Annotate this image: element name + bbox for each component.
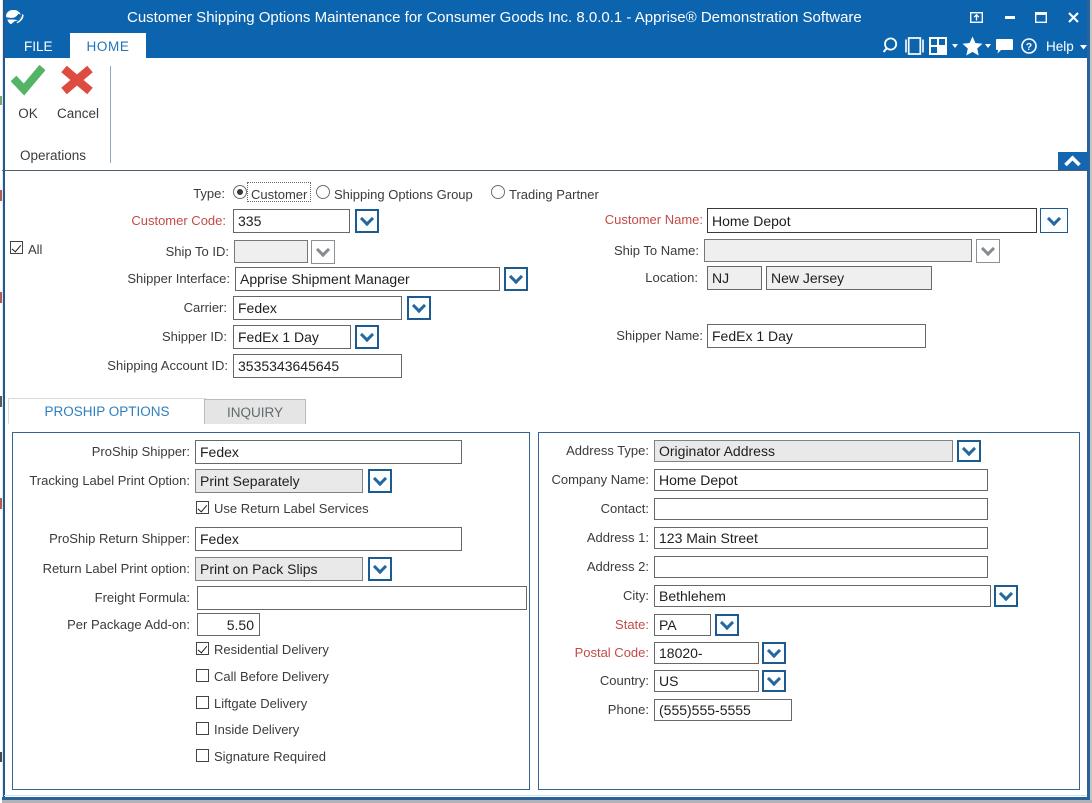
svg-text:?: ? [1026,41,1032,53]
